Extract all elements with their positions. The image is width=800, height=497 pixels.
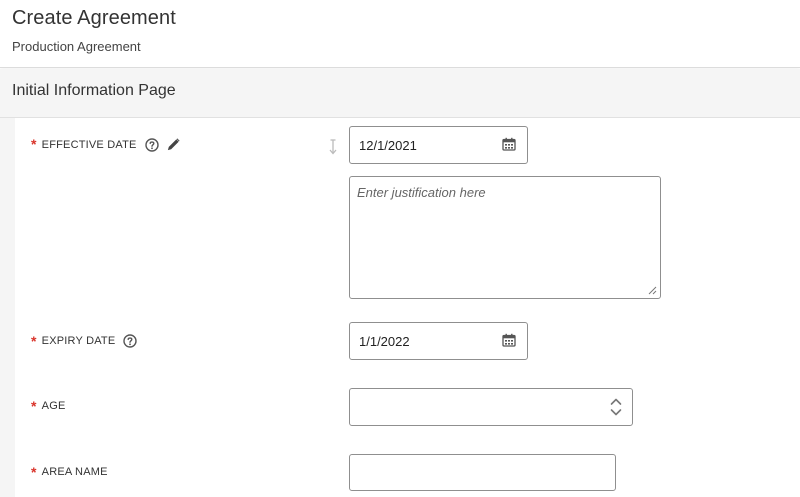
expiry-date-input[interactable] [349,322,528,360]
expiry-date-label-text: EXPIRY DATE [41,335,116,347]
effective-date-label-text: EFFECTIVE DATE [41,138,137,151]
page-title: Create Agreement [12,7,176,29]
help-icon[interactable] [144,137,159,152]
area-name-field[interactable] [359,455,584,490]
calendar-icon[interactable] [502,137,516,151]
age-label-text: AGE [41,400,66,412]
effective-date-field[interactable] [359,127,496,163]
required-marker: * [31,397,37,414]
create-agreement-page: Create Agreement Production Agreement In… [0,0,800,497]
page-subtitle: Production Agreement [12,39,141,54]
section-header: Initial Information Page [0,69,800,118]
required-marker: * [31,136,37,152]
section-title: Initial Information Page [12,82,176,99]
justification-textarea-box[interactable] [349,176,661,299]
age-label: * AGE [31,397,66,414]
age-input[interactable] [349,388,633,426]
justification-textarea[interactable] [357,185,652,285]
expiry-date-field[interactable] [359,323,496,359]
help-icon[interactable] [123,334,138,348]
page-header: Create Agreement Production Agreement [0,0,800,68]
required-marker: * [31,463,37,480]
pencil-icon[interactable] [166,137,181,152]
area-name-label-text: AREA NAME [41,466,108,478]
number-spinner-icon[interactable] [609,395,623,419]
area-name-label: * AREA NAME [31,463,108,480]
sort-arrows-icon [329,139,337,155]
effective-date-input[interactable] [349,126,528,164]
calendar-icon[interactable] [502,333,516,347]
area-name-input[interactable] [349,454,616,491]
required-marker: * [31,332,37,349]
age-field[interactable] [359,389,601,425]
effective-date-label: * EFFECTIVE DATE [31,137,181,152]
expiry-date-label: * EXPIRY DATE [31,332,138,349]
left-rail [0,118,15,497]
resize-grip-icon[interactable] [648,286,657,295]
